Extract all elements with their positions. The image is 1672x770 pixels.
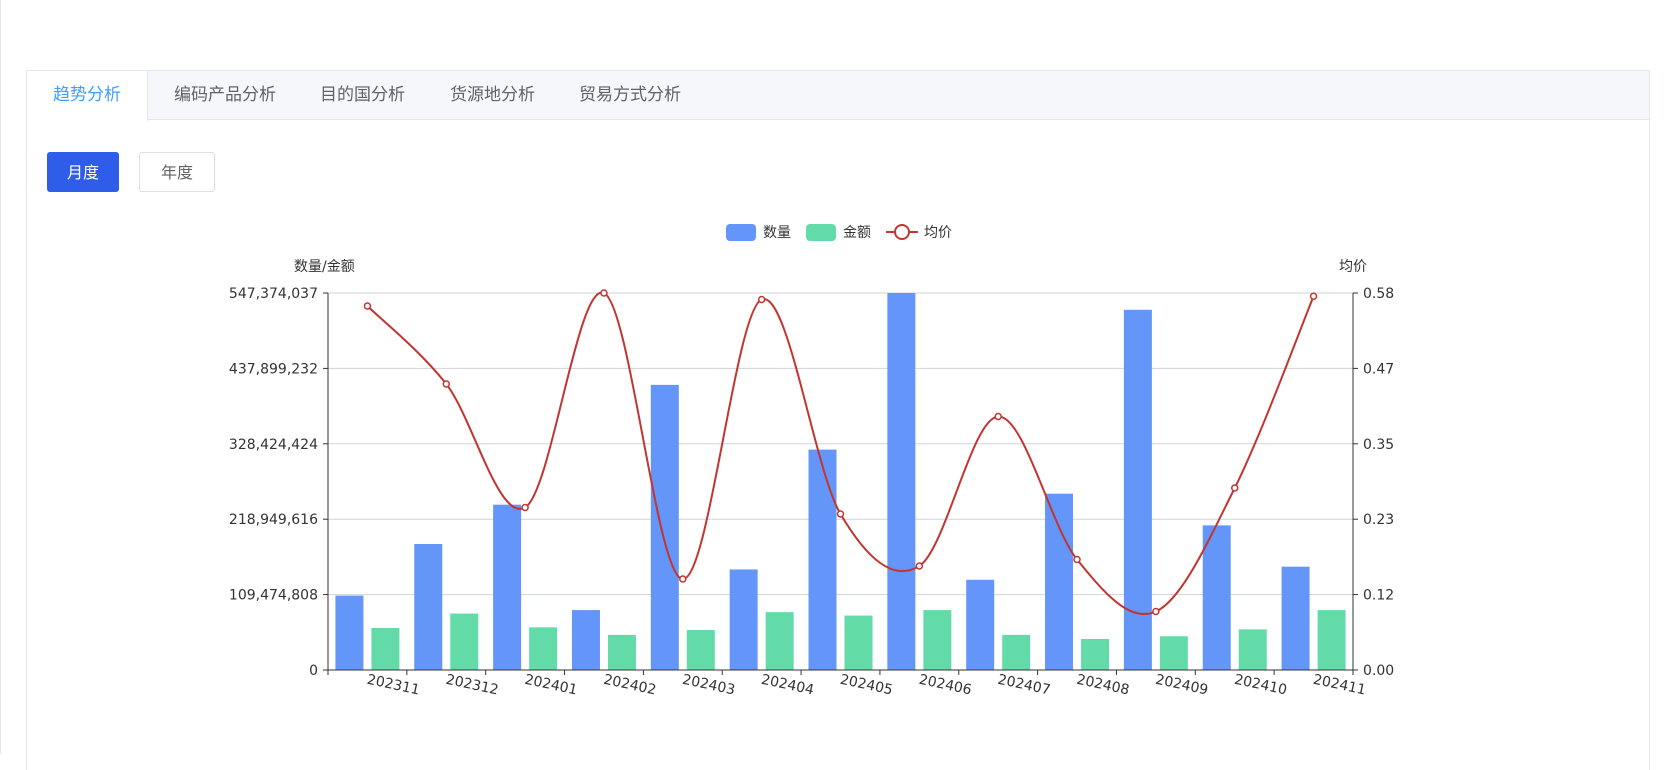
legend-amount-label: 金额 [843, 225, 871, 241]
x-tick-label: 202405 [839, 672, 895, 699]
amount-bar [607, 634, 636, 670]
legend-quantity-label: 数量 [763, 225, 791, 241]
quantity-bar [887, 293, 916, 670]
legend-amount-swatch [806, 224, 836, 241]
x-tick-label: 202311 [365, 672, 421, 699]
y-right-tick-label: 0.23 [1363, 512, 1394, 528]
quantity-bar [729, 569, 758, 670]
amount-bar [765, 612, 794, 670]
amount-bar [923, 610, 952, 670]
y-left-tick-label: 547,374,037 [229, 286, 318, 302]
price-point [1309, 292, 1318, 300]
quantity-bar [650, 384, 679, 670]
x-tick-label: 202411 [1312, 672, 1368, 699]
x-tick-label: 202406 [917, 672, 973, 699]
amount-bar [686, 630, 715, 670]
trend-chart: 0 0.00 109,474,808 0.12 218,949,616 0.23 328,4… [229, 224, 1394, 699]
y-right-axis-title: 均价 [1339, 259, 1367, 275]
quantity-bar [571, 610, 600, 670]
price-point [994, 412, 1002, 421]
amount-bar [1081, 639, 1110, 670]
grid-lines [328, 292, 1353, 596]
x-tick-label: 202401 [523, 672, 579, 699]
price-point [679, 575, 687, 583]
price-point [521, 503, 529, 512]
x-tick-label: 202404 [760, 672, 816, 699]
quantity-bar [1045, 493, 1074, 670]
quantity-bar [493, 504, 522, 670]
x-tick-label: 202402 [602, 672, 658, 699]
y-left-axis-title: 数量/金额 [294, 259, 355, 275]
price-point [1073, 555, 1081, 564]
quantity-bar [1281, 566, 1310, 670]
price-point [442, 380, 451, 388]
quantity-bar [1202, 525, 1231, 670]
amount-bar [371, 627, 400, 670]
x-tick-label: 202403 [681, 672, 737, 699]
amount-bar [1002, 634, 1031, 670]
y-right-tick-label: 0.12 [1363, 588, 1394, 604]
price-point [915, 562, 924, 570]
amount-bar [529, 627, 558, 670]
price-point [363, 302, 372, 310]
quantity-bar [335, 595, 364, 670]
quantity-bar [414, 543, 443, 670]
x-tick-label: 202409 [1154, 672, 1210, 699]
amount-bar [1238, 629, 1267, 670]
quantity-bar [808, 449, 837, 670]
quantity-bar [966, 579, 995, 670]
y-left-tick-label: 218,949,616 [229, 512, 318, 528]
y-right-tick-label: 0.47 [1363, 361, 1394, 377]
quantity-bar [1123, 309, 1152, 670]
legend-price-label: 均价 [924, 225, 952, 241]
bar-series [335, 293, 1346, 670]
chart-legend: 数量 金额 均价 [726, 224, 952, 241]
legend-quantity-swatch [726, 224, 756, 241]
y-left-tick-label: 0 [309, 663, 318, 679]
x-tick-label: 202312 [444, 672, 500, 699]
y-left-tick-label: 109,474,808 [229, 588, 318, 604]
price-point [1152, 607, 1160, 616]
amount-bar [1159, 636, 1188, 670]
y-right-tick-label: 0.35 [1363, 437, 1394, 453]
price-point [1230, 484, 1239, 492]
y-right-tick-label: 0.00 [1363, 663, 1394, 679]
y-left-tick-label: 328,424,424 [229, 437, 318, 453]
y-left-tick-label: 437,899,232 [229, 361, 318, 377]
y-right-tick-label: 0.58 [1363, 286, 1394, 302]
legend-price-marker [894, 224, 910, 240]
x-tick-label: 202407 [996, 672, 1052, 699]
amount-bar [844, 615, 873, 670]
price-point [836, 510, 845, 518]
x-tick-label: 202410 [1233, 672, 1289, 699]
amount-bar [1317, 610, 1346, 670]
x-tick-label: 202408 [1075, 672, 1131, 699]
amount-bar [450, 613, 479, 670]
price-point [757, 295, 766, 304]
price-point [600, 289, 608, 297]
